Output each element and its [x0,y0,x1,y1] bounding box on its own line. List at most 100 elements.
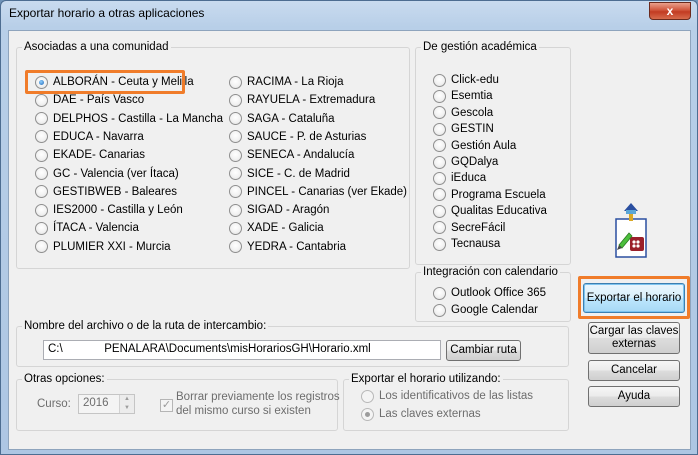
radio-unchecked-icon[interactable] [229,221,242,235]
radio-unchecked-icon[interactable] [229,240,242,254]
radio-unchecked-icon[interactable] [433,89,446,103]
radio-option[interactable]: YEDRA - Cantabria [229,239,346,255]
radio-option[interactable]: Tecnausa [433,236,500,252]
radio-option[interactable]: GESTIBWEB - Baleares [35,184,177,200]
radio-unchecked-icon[interactable] [229,167,242,180]
load-external-keys-button[interactable]: Cargar las claves externas [588,322,680,354]
radio-unchecked-icon[interactable] [433,237,446,251]
radio-option[interactable]: Esemtia [433,88,493,104]
radio-unchecked-icon[interactable] [361,389,374,403]
radio-label: DELPHOS - Castilla - La Mancha [53,112,224,125]
radio-option[interactable]: SENECA - Andalucía [229,147,354,163]
radio-option[interactable]: IES2000 - Castilla y León [35,202,183,218]
radio-unchecked-icon[interactable] [35,130,48,144]
radio-unchecked-icon[interactable] [433,303,446,317]
radio-option[interactable]: Qualitas Educativa [433,203,547,219]
spin-up-icon[interactable]: ▲ [120,395,134,404]
radio-unchecked-icon[interactable] [35,148,48,162]
exportar-usando-legend: Exportar el horario utilizando: [351,373,501,385]
radio-option[interactable]: Los identificativos de las listas [361,388,533,404]
radio-option[interactable]: GQDalya [433,154,498,170]
radio-label: XADE - Galicia [247,222,324,235]
radio-checked-icon[interactable] [361,407,374,421]
radio-option[interactable]: DAE - País Vasco [35,92,144,108]
radio-option[interactable]: GESTIN [433,121,494,137]
radio-unchecked-icon[interactable] [433,139,446,153]
radio-unchecked-icon[interactable] [229,203,242,217]
radio-label: Google Calendar [451,304,538,316]
radio-unchecked-icon[interactable] [35,93,48,107]
radio-label: RAYUELA - Extremadura [247,94,376,107]
radio-unchecked-icon[interactable] [433,221,446,235]
radio-unchecked-icon[interactable] [433,155,446,169]
radio-option[interactable]: GC - Valencia (ver Ítaca) [35,166,179,182]
curso-spin-buttons[interactable]: ▲ ▼ [119,395,134,413]
title-bar: Exportar horario a otras aplicaciones x [1,1,697,29]
radio-option[interactable]: SecreFácil [433,220,505,236]
curso-label: Curso: [37,398,71,410]
radio-unchecked-icon[interactable] [35,203,48,217]
cancel-button[interactable]: Cancelar [588,360,680,381]
radio-checked-icon[interactable] [35,75,48,89]
radio-option[interactable]: Programa Escuela [433,187,546,203]
radio-label: ALBORÁN - Ceuta y Melilla [53,76,194,88]
radio-option[interactable]: SICE - C. de Madrid [229,166,350,182]
radio-unchecked-icon[interactable] [229,112,242,126]
radio-unchecked-icon[interactable] [433,122,446,136]
borrar-label-line2: del mismo curso si existen [176,405,311,417]
comunidad-legend: Asociadas a una comunidad [24,41,169,53]
radio-unchecked-icon[interactable] [35,240,48,254]
radio-unchecked-icon[interactable] [35,221,48,235]
radio-option[interactable]: DELPHOS - Castilla - La Mancha [35,111,223,127]
radio-option[interactable]: Outlook Office 365 [433,285,546,301]
radio-label: PLUMIER XXI - Murcia [53,240,171,253]
radio-option[interactable]: SIGAD - Aragón [229,202,329,218]
radio-unchecked-icon[interactable] [35,185,48,199]
radio-option[interactable]: PLUMIER XXI - Murcia [35,239,171,255]
radio-option[interactable]: EDUCA - Navarra [35,129,144,145]
borrar-checkbox[interactable]: ✓ [160,399,173,412]
radio-label: SICE - C. de Madrid [247,167,350,180]
radio-unchecked-icon[interactable] [229,75,242,89]
radio-option[interactable]: iEduca [433,170,486,186]
radio-option[interactable]: ALBORÁN - Ceuta y Melilla [35,74,194,90]
radio-label: SAUCE - P. de Asturias [247,130,367,143]
radio-option[interactable]: RAYUELA - Extremadura [229,92,375,108]
radio-option[interactable]: XADE - Galicia [229,220,324,236]
radio-option[interactable]: ÍTACA - Valencia [35,220,139,236]
radio-option[interactable]: Las claves externas [361,406,481,422]
radio-unchecked-icon[interactable] [229,185,242,199]
radio-option[interactable]: Gestión Aula [433,138,516,154]
radio-option[interactable]: Click-edu [433,72,499,88]
help-button[interactable]: Ayuda [588,386,680,407]
radio-unchecked-icon[interactable] [35,167,48,180]
radio-unchecked-icon[interactable] [229,130,242,144]
radio-option[interactable]: Gescola [433,105,493,121]
radio-option[interactable]: SAUCE - P. de Asturias [229,129,366,145]
radio-option[interactable]: RACIMA - La Rioja [229,74,344,90]
change-path-button[interactable]: Cambiar ruta [446,340,521,361]
radio-unchecked-icon[interactable] [433,204,446,218]
archivo-legend: Nombre del archivo o de la ruta de inter… [24,320,267,332]
radio-option[interactable]: Google Calendar [433,302,538,318]
radio-unchecked-icon[interactable] [35,112,48,126]
radio-unchecked-icon[interactable] [433,73,446,87]
radio-unchecked-icon[interactable] [433,106,446,120]
radio-unchecked-icon[interactable] [433,286,446,300]
radio-option[interactable]: EKADE- Canarias [35,147,145,163]
radio-unchecked-icon[interactable] [433,188,446,202]
radio-unchecked-icon[interactable] [229,93,242,107]
file-path-input[interactable]: C:\ PENALARA\Documents\misHorariosGH\Hor… [43,340,441,360]
curso-stepper[interactable]: 2016 ▲ ▼ [78,394,135,414]
radio-label: YEDRA - Cantabria [247,240,347,253]
close-button[interactable]: x [649,2,691,20]
radio-unchecked-icon[interactable] [433,171,446,185]
radio-label: EDUCA - Navarra [53,130,144,143]
spin-down-icon[interactable]: ▼ [120,404,134,413]
radio-option[interactable]: SAGA - Cataluña [229,111,335,127]
radio-option[interactable]: PINCEL - Canarias (ver Ekade) [229,184,407,200]
export-schedule-button[interactable]: Exportar el horario [583,283,685,313]
radio-unchecked-icon[interactable] [229,148,242,162]
radio-label: DAE - País Vasco [53,94,145,107]
borrar-label-line1: Borrar previamente los registros [176,391,340,403]
